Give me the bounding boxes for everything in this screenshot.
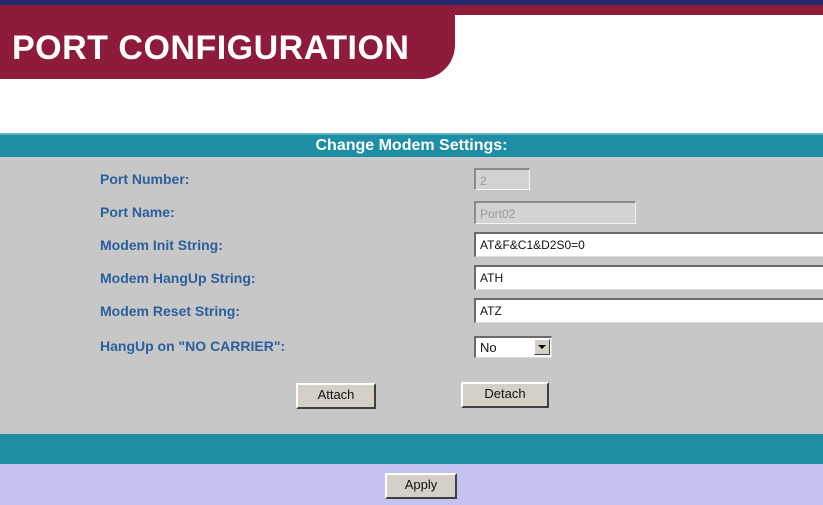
init-string-label: Modem Init String: (100, 237, 223, 253)
section-title: Change Modem Settings: (315, 137, 508, 154)
section-header: Change Modem Settings: (0, 133, 823, 157)
detach-button[interactable]: Detach (461, 382, 549, 408)
apply-area: Apply (0, 464, 823, 505)
port-configuration-page: PORT CONFIGURATION Change Modem Settings… (0, 0, 823, 505)
port-name-label: Port Name: (100, 204, 175, 220)
footer-bar (0, 434, 823, 464)
apply-button[interactable]: Apply (385, 473, 457, 499)
modem-settings-form (0, 157, 823, 434)
hangup-no-carrier-select[interactable]: No (474, 336, 552, 358)
hangup-no-carrier-label: HangUp on "NO CARRIER": (100, 338, 286, 354)
page-title: PORT CONFIGURATION (12, 29, 410, 67)
port-number-label: Port Number: (100, 171, 190, 187)
chevron-down-icon[interactable] (534, 339, 550, 355)
reset-string-label: Modem Reset String: (100, 303, 241, 319)
attach-button[interactable]: Attach (296, 383, 376, 409)
init-string-input[interactable]: AT&F&C1&D2S0=0 (474, 232, 823, 257)
reset-string-input[interactable]: ATZ (474, 298, 823, 323)
port-name-field: Port02 (474, 201, 636, 224)
hangup-string-label: Modem HangUp String: (100, 270, 256, 286)
port-number-field: 2 (474, 168, 530, 190)
hangup-no-carrier-value: No (480, 340, 497, 355)
header-tab: PORT CONFIGURATION (0, 5, 455, 79)
hangup-string-input[interactable]: ATH (474, 265, 823, 290)
